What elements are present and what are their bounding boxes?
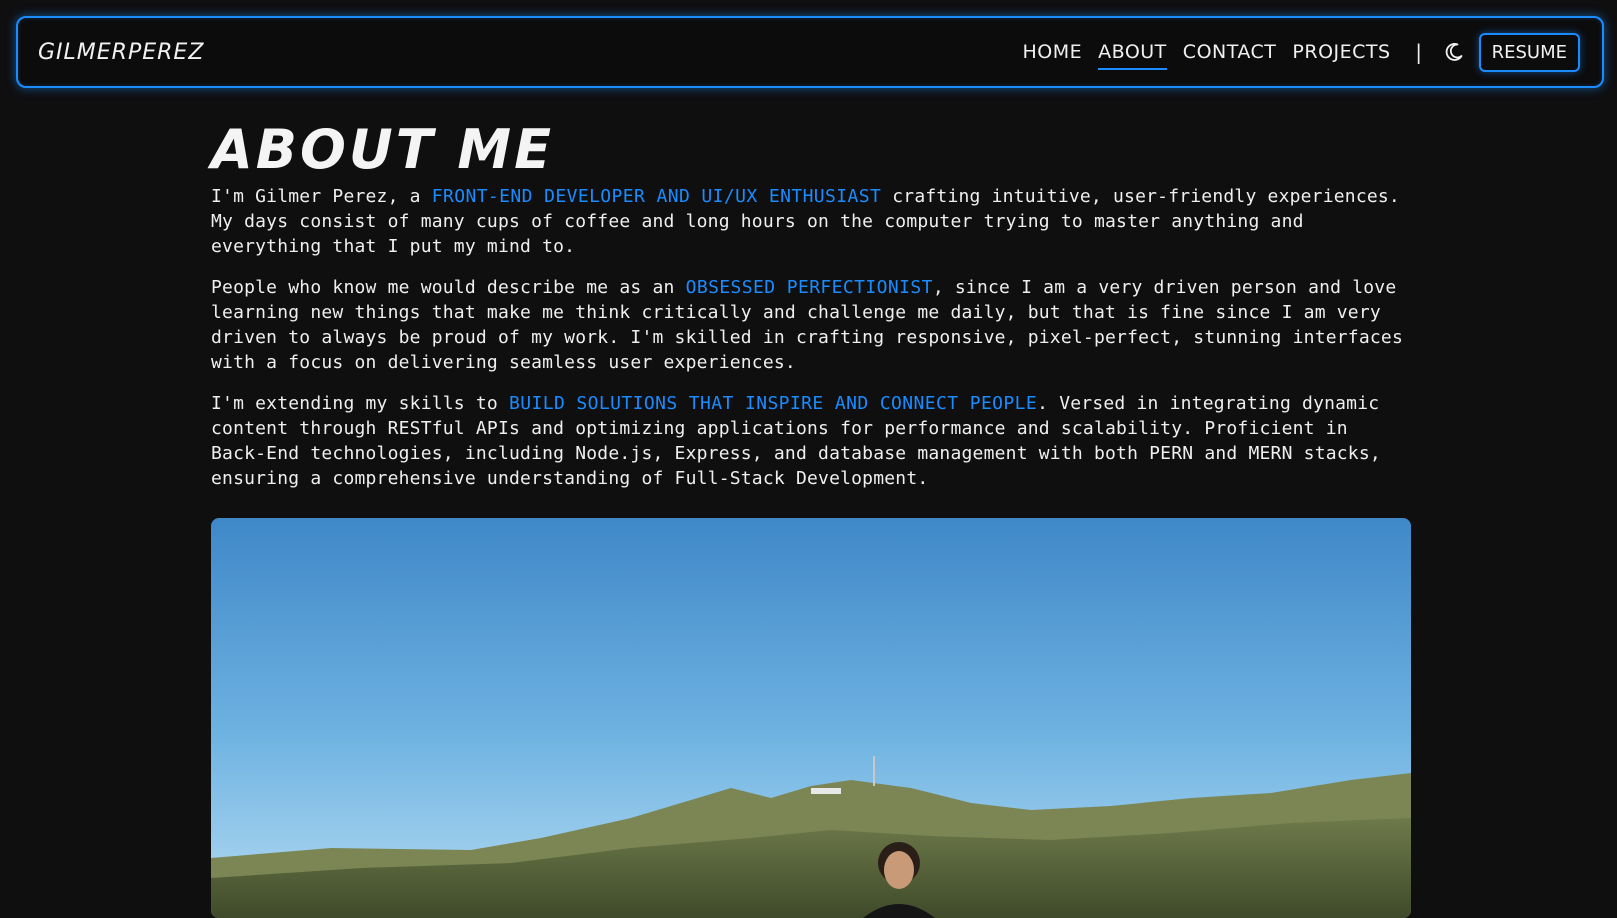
nav-link-projects[interactable]: PROJECTS: [1292, 33, 1390, 71]
nav-link-about[interactable]: ABOUT: [1098, 33, 1167, 71]
moon-icon-glyph: [1445, 43, 1463, 61]
about-section: ABOUT ME I'm Gilmer Perez, a FRONT-END D…: [211, 118, 1411, 507]
about-paragraph-2: People who know me would describe me as …: [211, 275, 1411, 375]
page-title: ABOUT ME: [211, 118, 554, 181]
nav-link-contact[interactable]: CONTACT: [1183, 33, 1277, 71]
paragraph-text: People who know me would describe me as …: [211, 277, 686, 298]
highlight-mission: BUILD SOLUTIONS THAT INSPIRE AND CONNECT…: [509, 393, 1038, 414]
resume-button[interactable]: RESUME: [1478, 32, 1580, 72]
about-paragraph-3: I'm extending my skills to BUILD SOLUTIO…: [211, 391, 1411, 491]
about-paragraph-1: I'm Gilmer Perez, a FRONT-END DEVELOPER …: [211, 184, 1411, 259]
profile-photo: [211, 518, 1411, 918]
nav-link-home[interactable]: HOME: [1022, 33, 1082, 71]
nav-links: HOME ABOUT CONTACT PROJECTS | RESUME: [1006, 32, 1580, 72]
highlight-trait: OBSESSED PERFECTIONIST: [685, 277, 933, 298]
navbar: GILMERPEREZ HOME ABOUT CONTACT PROJECTS …: [16, 16, 1604, 88]
moon-icon[interactable]: [1443, 41, 1465, 63]
nav-separator: |: [1412, 40, 1425, 64]
paragraph-text: I'm Gilmer Perez, a: [211, 186, 432, 207]
photo-landscape-graphic: [211, 518, 1411, 918]
brand-logo[interactable]: GILMERPEREZ: [38, 40, 204, 65]
paragraph-text: I'm extending my skills to: [211, 393, 509, 414]
highlight-role: FRONT-END DEVELOPER AND UI/UX ENTHUSIAST: [431, 186, 882, 207]
